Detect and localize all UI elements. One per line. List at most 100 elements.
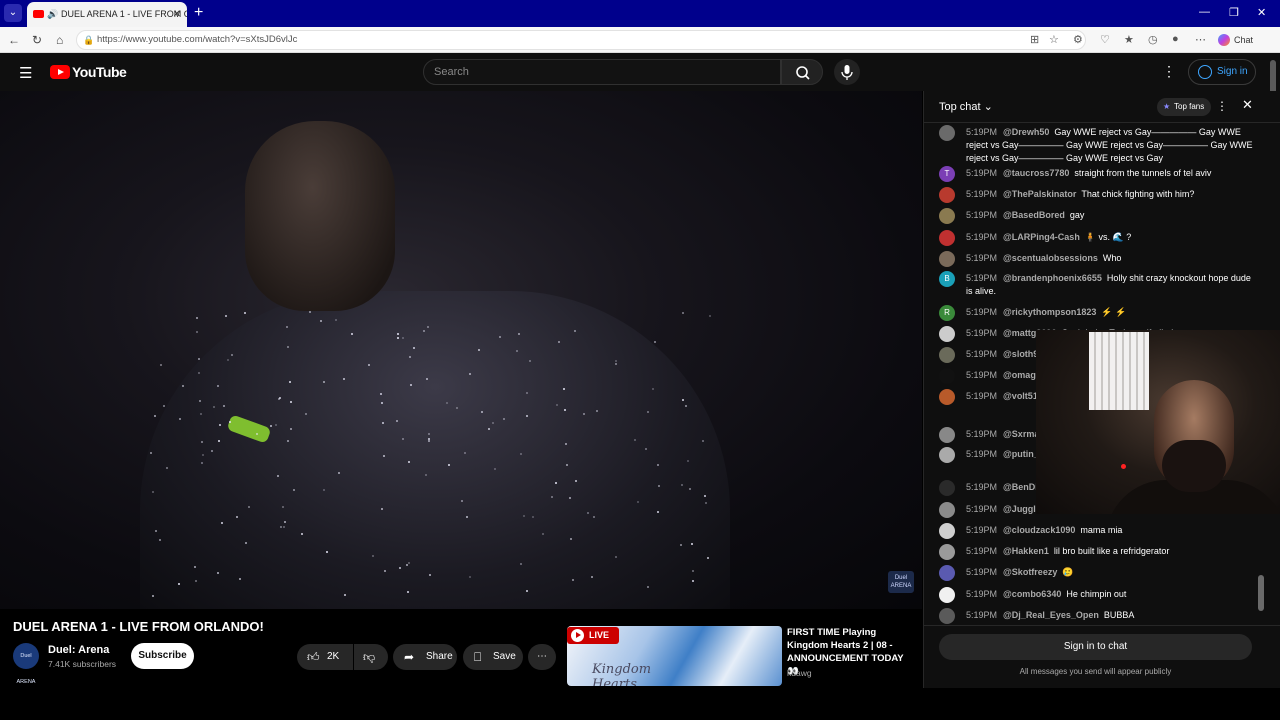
subscribe-button[interactable]: Subscribe bbox=[131, 643, 194, 669]
channel-name[interactable]: Duel: Arena bbox=[48, 644, 109, 656]
top-fans-button[interactable]: ★ Top fans bbox=[1157, 98, 1212, 116]
sequin-sparkle bbox=[166, 466, 169, 469]
url-field[interactable]: 🔒 https://www.youtube.com/watch?v=sXtsJD… bbox=[76, 30, 1086, 50]
chat-author-name[interactable]: @Drewh50 bbox=[1003, 127, 1049, 137]
sequin-sparkle bbox=[709, 315, 712, 318]
sign-in-to-chat-button[interactable]: Sign in to chat bbox=[939, 634, 1252, 660]
refresh-icon[interactable]: ↻ bbox=[32, 33, 42, 47]
chat-message-body: 5:19PM @Dj_Real_Eyes_Open BUBBA bbox=[966, 609, 1258, 622]
channel-avatar[interactable]: Duel ARENA bbox=[13, 643, 39, 685]
sign-in-button[interactable]: Sign in bbox=[1188, 59, 1256, 85]
chat-author-name[interactable]: @Dj_Real_Eyes_Open bbox=[1003, 610, 1099, 620]
copilot-icon bbox=[1218, 34, 1230, 46]
chat-author-avatar[interactable] bbox=[939, 187, 955, 203]
chat-message-body: 5:19PM @Drewh50 Gay WWE reject vs Gay—————… bbox=[966, 126, 1258, 165]
chat-author-avatar[interactable] bbox=[939, 347, 955, 363]
youtube-logo-text[interactable]: YouTube bbox=[72, 64, 127, 80]
voice-search-button[interactable] bbox=[834, 59, 860, 85]
more-menu-icon[interactable]: ⋯ bbox=[1195, 33, 1206, 46]
settings-more-icon[interactable]: ⋮ bbox=[1162, 63, 1176, 80]
sequin-sparkle bbox=[646, 585, 649, 588]
menu-icon[interactable]: ☰ bbox=[19, 64, 32, 82]
restore-icon[interactable]: ❐ bbox=[1229, 6, 1239, 19]
chat-author-avatar[interactable] bbox=[939, 502, 955, 518]
app-available-icon[interactable]: ⊞ bbox=[1030, 33, 1039, 46]
chat-author-avatar[interactable] bbox=[939, 230, 955, 246]
browser-essentials-icon[interactable]: ♡ bbox=[1100, 33, 1110, 46]
chat-author-name[interactable]: @LARPing4-Cash bbox=[1003, 232, 1080, 242]
search-button[interactable] bbox=[781, 59, 823, 85]
chat-message-body: 5:19PM @combo6340 He chimpin out bbox=[966, 588, 1258, 601]
chat-author-name[interactable]: @Skotfreezy bbox=[1003, 567, 1057, 577]
like-button[interactable]: 👍︎ 2K bbox=[297, 644, 353, 670]
close-chat-icon[interactable]: ✕ bbox=[1242, 97, 1253, 113]
extensions-icon[interactable]: ⚙ bbox=[1073, 33, 1083, 46]
chat-timestamp: 5:19PM bbox=[966, 504, 998, 514]
sequin-sparkle bbox=[615, 555, 618, 558]
tab-actions-icon[interactable]: ⌄ bbox=[4, 4, 22, 22]
chat-author-name[interactable]: @Hakken1 bbox=[1003, 546, 1049, 556]
new-tab-icon[interactable]: + bbox=[194, 4, 203, 22]
chat-author-avatar[interactable] bbox=[939, 587, 955, 603]
search-input[interactable]: Search bbox=[423, 59, 781, 85]
chat-author-avatar[interactable] bbox=[939, 251, 955, 267]
sequin-sparkle bbox=[460, 500, 463, 503]
tab-close-icon[interactable]: ✕ bbox=[173, 2, 181, 27]
sequin-sparkle bbox=[582, 412, 585, 415]
chat-author-avatar[interactable]: R bbox=[939, 305, 955, 321]
back-icon[interactable]: ← bbox=[8, 33, 20, 47]
speaker-icon[interactable]: 🔊 bbox=[47, 2, 58, 27]
chat-author-avatar[interactable] bbox=[939, 447, 955, 463]
chat-more-icon[interactable]: ⋮ bbox=[1216, 99, 1228, 113]
history-icon[interactable]: ◷ bbox=[1148, 33, 1158, 46]
chat-scrollbar-thumb[interactable] bbox=[1258, 575, 1264, 611]
chat-author-avatar[interactable]: T bbox=[939, 166, 955, 182]
sequin-sparkle bbox=[281, 505, 284, 508]
favorite-star-icon[interactable]: ☆ bbox=[1049, 33, 1059, 46]
copilot-chat-button[interactable]: Chat bbox=[1218, 32, 1253, 48]
chat-author-name[interactable]: @cloudzack1090 bbox=[1003, 525, 1075, 535]
close-window-icon[interactable]: ✕ bbox=[1257, 6, 1266, 19]
browser-tab[interactable]: 🔊 DUEL ARENA 1 - LIVE FROM O ✕ bbox=[27, 2, 187, 27]
chat-author-avatar[interactable] bbox=[939, 427, 955, 443]
chat-author-avatar[interactable] bbox=[939, 608, 955, 624]
share-label: Share bbox=[426, 651, 453, 662]
top-chat-dropdown[interactable]: Top chat ⌄ bbox=[939, 100, 993, 113]
chat-author-avatar[interactable] bbox=[939, 565, 955, 581]
chat-author-name[interactable]: @combo6340 bbox=[1003, 589, 1061, 599]
chat-timestamp: 5:19PM bbox=[966, 525, 998, 535]
chat-author-avatar[interactable] bbox=[939, 125, 955, 141]
chat-author-avatar[interactable] bbox=[939, 544, 955, 560]
chat-author-avatar[interactable] bbox=[939, 480, 955, 496]
profile-icon[interactable]: ● bbox=[1172, 33, 1179, 45]
chat-author-name[interactable]: @ThePalskinator bbox=[1003, 189, 1076, 199]
live-play-icon bbox=[571, 629, 584, 642]
sequin-sparkle bbox=[531, 516, 534, 519]
chat-author-avatar[interactable] bbox=[939, 523, 955, 539]
chat-message-body: 5:19PM @taucross7780 straight from the tun… bbox=[966, 167, 1258, 180]
chat-author-avatar[interactable] bbox=[939, 208, 955, 224]
share-button[interactable]: ➦ Share bbox=[393, 644, 457, 670]
lock-icon[interactable]: 🔒 bbox=[83, 31, 94, 49]
save-button[interactable]: ⎕ Save bbox=[463, 644, 523, 670]
recommended-video-channel[interactable]: kdawg bbox=[787, 668, 812, 678]
chat-author-name[interactable]: @BasedBored bbox=[1003, 210, 1065, 220]
video-player[interactable]: Duel ARENA bbox=[0, 91, 922, 609]
favorites-icon[interactable]: ★ bbox=[1124, 33, 1134, 46]
chat-author-name[interactable]: @rickythompson1823 bbox=[1003, 307, 1096, 317]
chat-author-avatar[interactable]: B bbox=[939, 271, 955, 287]
chat-author-name[interactable]: @taucross7780 bbox=[1003, 168, 1069, 178]
channel-watermark[interactable]: Duel ARENA bbox=[888, 571, 914, 593]
youtube-logo-icon[interactable] bbox=[50, 65, 70, 79]
chat-author-name[interactable]: @brandenphoenix6655 bbox=[1003, 273, 1102, 283]
chat-public-note: All messages you send will appear public… bbox=[1019, 667, 1172, 676]
minimize-icon[interactable]: — bbox=[1199, 6, 1210, 18]
chat-author-avatar[interactable] bbox=[939, 368, 955, 384]
chat-author-avatar[interactable] bbox=[939, 326, 955, 342]
dislike-button[interactable]: 👎︎ bbox=[354, 644, 388, 670]
chat-author-avatar[interactable] bbox=[939, 389, 955, 405]
sequin-sparkle bbox=[230, 353, 233, 356]
more-actions-button[interactable]: ⋯ bbox=[528, 644, 556, 670]
home-icon[interactable]: ⌂ bbox=[56, 33, 63, 47]
chat-author-name[interactable]: @scentualobsessions bbox=[1003, 253, 1098, 263]
